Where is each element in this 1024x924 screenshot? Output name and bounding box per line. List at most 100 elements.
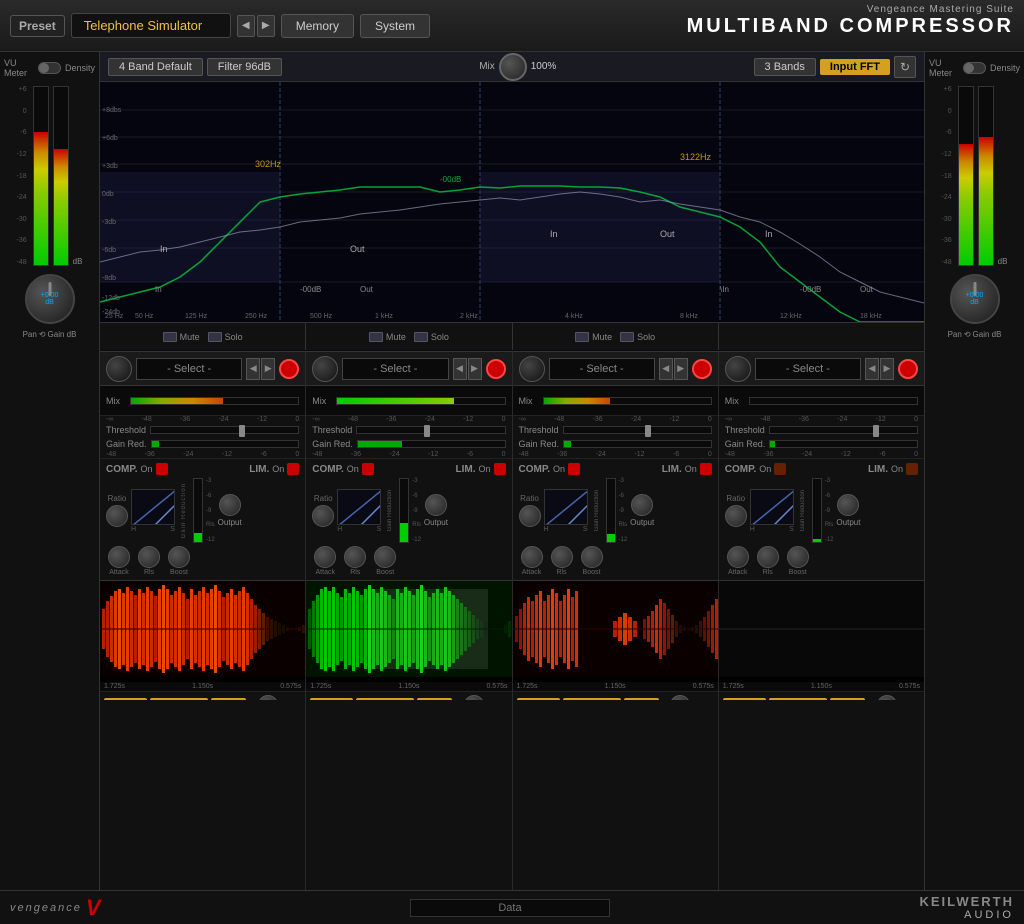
- band1-gain-red-btn[interactable]: Gain Red.: [150, 698, 208, 700]
- memory-button[interactable]: Memory: [281, 14, 354, 38]
- band3-boost-knob[interactable]: [581, 546, 603, 568]
- band2-mute-btn[interactable]: Mute: [369, 332, 406, 342]
- band4-comp-on-btn[interactable]: [774, 463, 786, 475]
- preset-prev-btn[interactable]: ◀: [237, 15, 255, 37]
- band1-ratio-knob[interactable]: [106, 505, 128, 527]
- band3-mix-fill: [544, 398, 611, 404]
- band1-knob[interactable]: [106, 356, 132, 382]
- band4-ratio-knob[interactable]: [725, 505, 747, 527]
- band3-mute-btn[interactable]: Mute: [575, 332, 612, 342]
- band2-rls-knob[interactable]: [344, 546, 366, 568]
- band3-ratio-knob[interactable]: [519, 505, 541, 527]
- band2-solo-btn[interactable]: Solo: [414, 332, 449, 342]
- band2-lim-knob[interactable]: [425, 494, 447, 516]
- band4-rls-knob[interactable]: [757, 546, 779, 568]
- band2-lim-on-btn[interactable]: [494, 463, 506, 475]
- band3-zoom-knob[interactable]: [670, 695, 690, 700]
- band3-lim-on-btn[interactable]: [700, 463, 712, 475]
- band4-attack-knob[interactable]: [727, 546, 749, 568]
- band1-select[interactable]: - Select -: [136, 358, 242, 380]
- band3-mix-meter: [543, 397, 712, 405]
- band4-power[interactable]: [898, 359, 918, 379]
- band3-gain-red-btn[interactable]: Gain Red.: [563, 698, 621, 700]
- band1-power[interactable]: [279, 359, 299, 379]
- band3-lim-knob[interactable]: [631, 494, 653, 516]
- band3-power[interactable]: [692, 359, 712, 379]
- band3-dpc-btn[interactable]: DPC: [624, 698, 659, 700]
- band1-waveform-btns: Scope Gain Red. DPC Zoom: [100, 691, 305, 700]
- band1-rls-knob[interactable]: [138, 546, 160, 568]
- band1-boost-knob[interactable]: [168, 546, 190, 568]
- vu-toggle-right[interactable]: [963, 62, 986, 74]
- band2-next[interactable]: ▶: [468, 358, 482, 380]
- preset-name[interactable]: Telephone Simulator: [71, 13, 231, 38]
- band2-threshold-slider[interactable]: [356, 426, 505, 434]
- filter-btn[interactable]: Filter 96dB: [207, 58, 282, 76]
- band4-lim-knob[interactable]: [837, 494, 859, 516]
- band3-nav: ◀ ▶: [659, 358, 688, 380]
- band3-scope-btn[interactable]: Scope: [517, 698, 560, 700]
- band2-boost-knob[interactable]: [374, 546, 396, 568]
- band2-ratio-knob[interactable]: [312, 505, 334, 527]
- band3-attack-knob[interactable]: [521, 546, 543, 568]
- band2-power[interactable]: [486, 359, 506, 379]
- refresh-btn[interactable]: ↻: [894, 56, 916, 78]
- input-fft-btn[interactable]: Input FFT: [820, 59, 890, 75]
- band2-comp-on-btn[interactable]: [362, 463, 374, 475]
- band3-rls-knob[interactable]: [551, 546, 573, 568]
- data-input[interactable]: [410, 899, 610, 917]
- band4-gain-red-btn[interactable]: Gain Red.: [769, 698, 827, 700]
- band4-threshold-slider[interactable]: [769, 426, 918, 434]
- band1-threshold-slider[interactable]: [150, 426, 299, 434]
- band2-dpc-btn[interactable]: DPC: [417, 698, 452, 700]
- band3-solo-btn[interactable]: Solo: [620, 332, 655, 342]
- band2-boost-group: Boost: [374, 546, 396, 576]
- band1-prev[interactable]: ◀: [246, 358, 260, 380]
- band4-prev[interactable]: ◀: [865, 358, 879, 380]
- band2-select[interactable]: - Select -: [342, 358, 448, 380]
- band1-comp-section: COMP. On LIM. On Ratio: [100, 458, 305, 580]
- band2-knob[interactable]: [312, 356, 338, 382]
- band2-scope-btn[interactable]: Scope: [310, 698, 353, 700]
- band1-attack-knob[interactable]: [108, 546, 130, 568]
- band1-next[interactable]: ▶: [261, 358, 275, 380]
- pan-knob-right[interactable]: +0.00dB: [950, 274, 1000, 324]
- band3-select[interactable]: - Select -: [549, 358, 655, 380]
- band3-comp-on-btn[interactable]: [568, 463, 580, 475]
- band2-gain-red-btn[interactable]: Gain Red.: [356, 698, 414, 700]
- band1-mute-btn[interactable]: Mute: [163, 332, 200, 342]
- band1-scope-btn[interactable]: Scope: [104, 698, 147, 700]
- bands-btn[interactable]: 3 Bands: [754, 58, 816, 76]
- band4-scope-btn[interactable]: Scope: [723, 698, 766, 700]
- mix-knob[interactable]: [499, 53, 527, 81]
- band1-solo-btn[interactable]: Solo: [208, 332, 243, 342]
- band2-attack-knob[interactable]: [314, 546, 336, 568]
- band4-zoom-knob[interactable]: [877, 695, 897, 700]
- band1-lim-knob[interactable]: [219, 494, 241, 516]
- band3-threshold-slider[interactable]: [563, 426, 712, 434]
- band1-comp-on-btn[interactable]: [156, 463, 168, 475]
- vu-toggle-left[interactable]: [38, 62, 61, 74]
- band4-dpc-btn[interactable]: DPC: [830, 698, 865, 700]
- band-default-btn[interactable]: 4 Band Default: [108, 58, 203, 76]
- band2-vert-scale-labels: -3-6-9Rls-12: [412, 478, 421, 543]
- band4-lim-on-btn[interactable]: [906, 463, 918, 475]
- band2-prev[interactable]: ◀: [453, 358, 467, 380]
- band4-boost-knob[interactable]: [787, 546, 809, 568]
- band4-next[interactable]: ▶: [880, 358, 894, 380]
- system-button[interactable]: System: [360, 14, 430, 38]
- band4-knob[interactable]: [725, 356, 751, 382]
- band3-prev[interactable]: ◀: [659, 358, 673, 380]
- band1-lim-on-btn[interactable]: [287, 463, 299, 475]
- band4-time1: 1.725s: [723, 683, 744, 690]
- band1-zoom-knob[interactable]: [258, 695, 278, 700]
- band1-dpc-btn[interactable]: DPC: [211, 698, 246, 700]
- band3-knob[interactable]: [519, 356, 545, 382]
- preset-next-btn[interactable]: ▶: [257, 15, 275, 37]
- band2-zoom-knob[interactable]: [464, 695, 484, 700]
- pan-knob-left[interactable]: +0.00dB: [25, 274, 75, 324]
- preset-nav-arrows: ◀ ▶: [237, 15, 275, 37]
- band2-solo-label: Solo: [431, 332, 449, 342]
- band4-select[interactable]: - Select -: [755, 358, 861, 380]
- band3-next[interactable]: ▶: [674, 358, 688, 380]
